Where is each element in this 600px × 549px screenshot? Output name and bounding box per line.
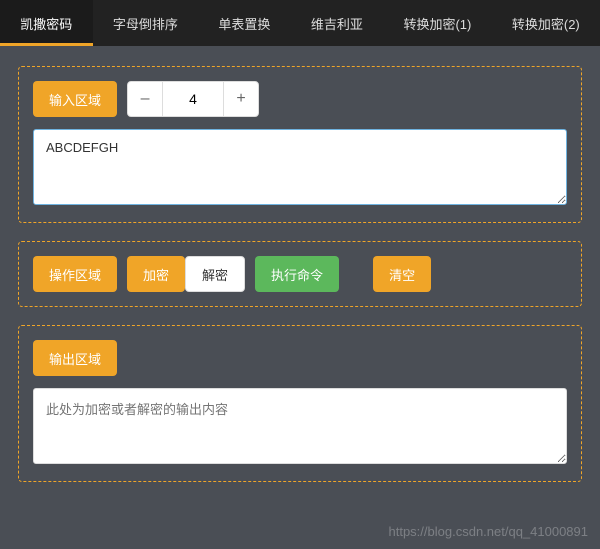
tab-transpose-1[interactable]: 转换加密(1) <box>383 0 491 46</box>
clear-button[interactable]: 清空 <box>373 256 431 292</box>
stepper-plus[interactable]: + <box>223 81 259 117</box>
tab-transpose-2[interactable]: 转换加密(2) <box>492 0 600 46</box>
action-row: 操作区域 加密 解密 执行命令 清空 <box>33 256 567 292</box>
watermark-text: https://blog.csdn.net/qq_41000891 <box>389 524 589 539</box>
encrypt-button[interactable]: 加密 <box>127 256 185 292</box>
shift-stepper: – + <box>127 81 259 117</box>
page-body: 输入区域 – + 操作区域 加密 解密 执行命令 清空 输出区域 <box>0 46 600 502</box>
decrypt-button[interactable]: 解密 <box>185 256 245 292</box>
tab-monoalpha[interactable]: 单表置换 <box>198 0 291 46</box>
output-badge: 输出区域 <box>33 340 117 376</box>
execute-button[interactable]: 执行命令 <box>255 256 339 292</box>
output-textarea[interactable] <box>33 388 567 464</box>
input-badge: 输入区域 <box>33 81 117 117</box>
tab-bar: 凯撒密码 字母倒排序 单表置换 维吉利亚 转换加密(1) 转换加密(2) <box>0 0 600 46</box>
action-badge: 操作区域 <box>33 256 117 292</box>
output-panel: 输出区域 <box>18 325 582 482</box>
input-top-row: 输入区域 – + <box>33 81 567 117</box>
tab-caesar[interactable]: 凯撒密码 <box>0 0 93 46</box>
input-panel: 输入区域 – + <box>18 66 582 223</box>
input-textarea[interactable] <box>33 129 567 205</box>
action-panel: 操作区域 加密 解密 执行命令 清空 <box>18 241 582 307</box>
stepper-value[interactable] <box>163 81 223 117</box>
tab-reverse-alpha[interactable]: 字母倒排序 <box>93 0 199 46</box>
tab-vigenere[interactable]: 维吉利亚 <box>291 0 384 46</box>
stepper-minus[interactable]: – <box>127 81 163 117</box>
